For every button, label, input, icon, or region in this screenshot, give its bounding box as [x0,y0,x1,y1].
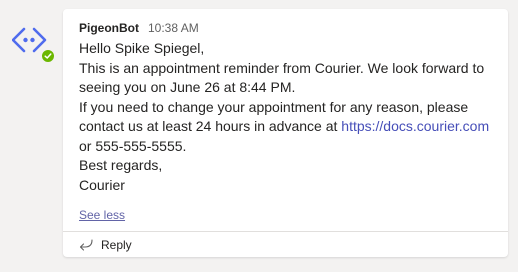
reply-button[interactable]: Reply [79,234,132,256]
closing-text: Best regards, [79,157,163,173]
sender-name[interactable]: PigeonBot [79,21,139,35]
reply-divider [63,231,508,232]
message-time: 10:38 AM [148,21,199,35]
message-card: PigeonBot 10:38 AM Hello Spike Spiegel, T… [63,9,508,257]
message-body: Hello Spike Spiegel, This is an appointm… [79,39,499,195]
message-header: PigeonBot 10:38 AM [79,21,199,35]
reply-arrow-icon [79,239,93,251]
greeting-text: Hello Spike Spiegel, [79,40,205,56]
signature-text: Courier [79,176,125,193]
checkmark-icon [44,53,52,59]
see-less-link[interactable]: See less [79,208,125,222]
presence-badge [40,48,56,64]
change-info-text: If you need to change your appointment f… [79,98,499,157]
change-info-suffix: or 555-555-5555. [79,137,187,154]
docs-link[interactable]: https://docs.courier.com [341,118,489,134]
reply-label: Reply [101,238,132,252]
reminder-text: This is an appointment reminder from Cou… [79,59,485,96]
